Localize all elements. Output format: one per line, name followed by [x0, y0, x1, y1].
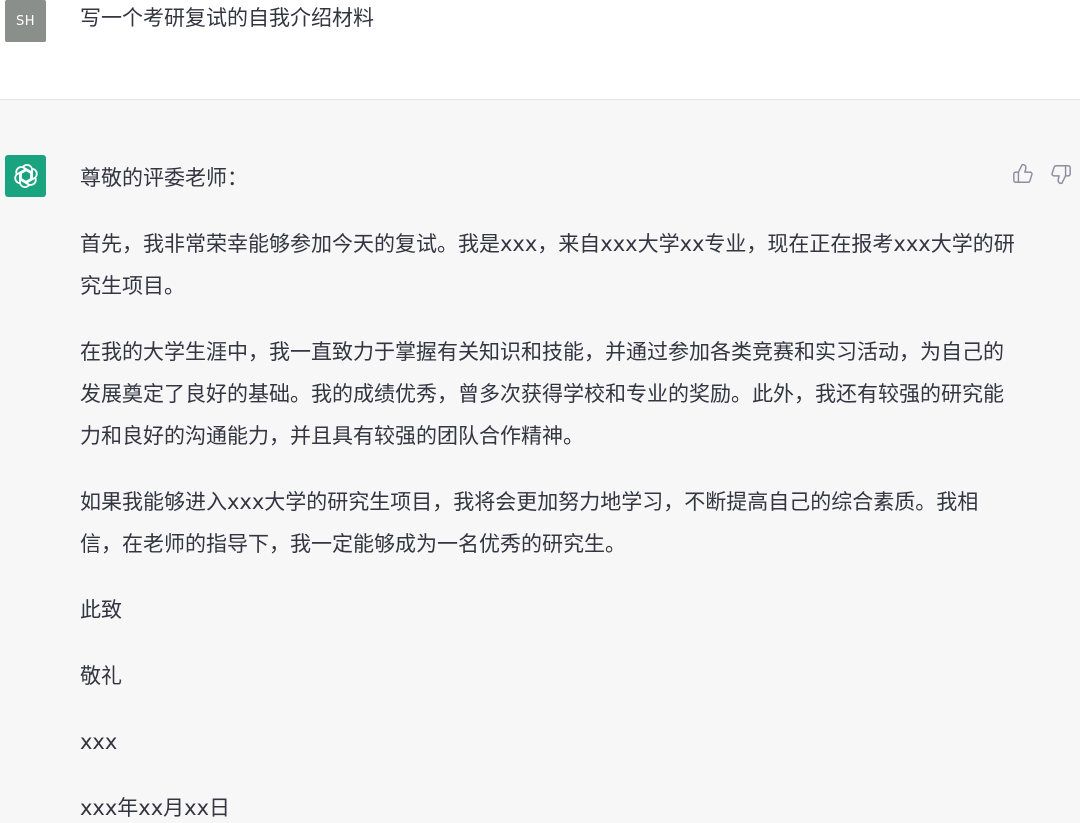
message-paragraph: 如果我能够进入xxx大学的研究生项目，我将会更加努力地学习，不断提高自己的综合素… [80, 490, 979, 556]
thumbs-down-button[interactable] [1048, 161, 1074, 187]
thumbs-down-icon [1051, 165, 1071, 185]
thumbs-up-button[interactable] [1010, 161, 1036, 187]
message-paragraph: 在我的大学生涯中，我一直致力于掌握有关知识和技能，并通过参加各类竞赛和实习活动，… [80, 340, 1004, 448]
user-message-row: SH 写一个考研复试的自我介绍材料 [0, 0, 1080, 100]
chat-page: SH 写一个考研复试的自我介绍材料 尊敬的评委老师： 首先，我非常荣幸能够参加今… [0, 0, 1080, 823]
openai-logo-icon [5, 155, 46, 197]
message-paragraph: 此致 [80, 598, 122, 622]
message-paragraph: 首先，我非常荣幸能够参加今天的复试。我是xxx，来自xxx大学xx专业，现在正在… [80, 232, 1015, 298]
assistant-message-body: 尊敬的评委老师： 首先，我非常荣幸能够参加今天的复试。我是xxx，来自xxx大学… [80, 157, 1015, 823]
user-message-text: 写一个考研复试的自我介绍材料 [80, 6, 374, 30]
user-avatar: SH [5, 0, 46, 42]
message-paragraph: 尊敬的评委老师： [80, 166, 248, 190]
thumbs-up-icon [1013, 163, 1033, 183]
message-paragraph: xxx年xx月xx日 [80, 796, 230, 820]
message-paragraph: xxx [80, 730, 118, 754]
message-paragraph: 敬礼 [80, 664, 122, 688]
assistant-message-row: 尊敬的评委老师： 首先，我非常荣幸能够参加今天的复试。我是xxx，来自xxx大学… [0, 100, 1080, 823]
